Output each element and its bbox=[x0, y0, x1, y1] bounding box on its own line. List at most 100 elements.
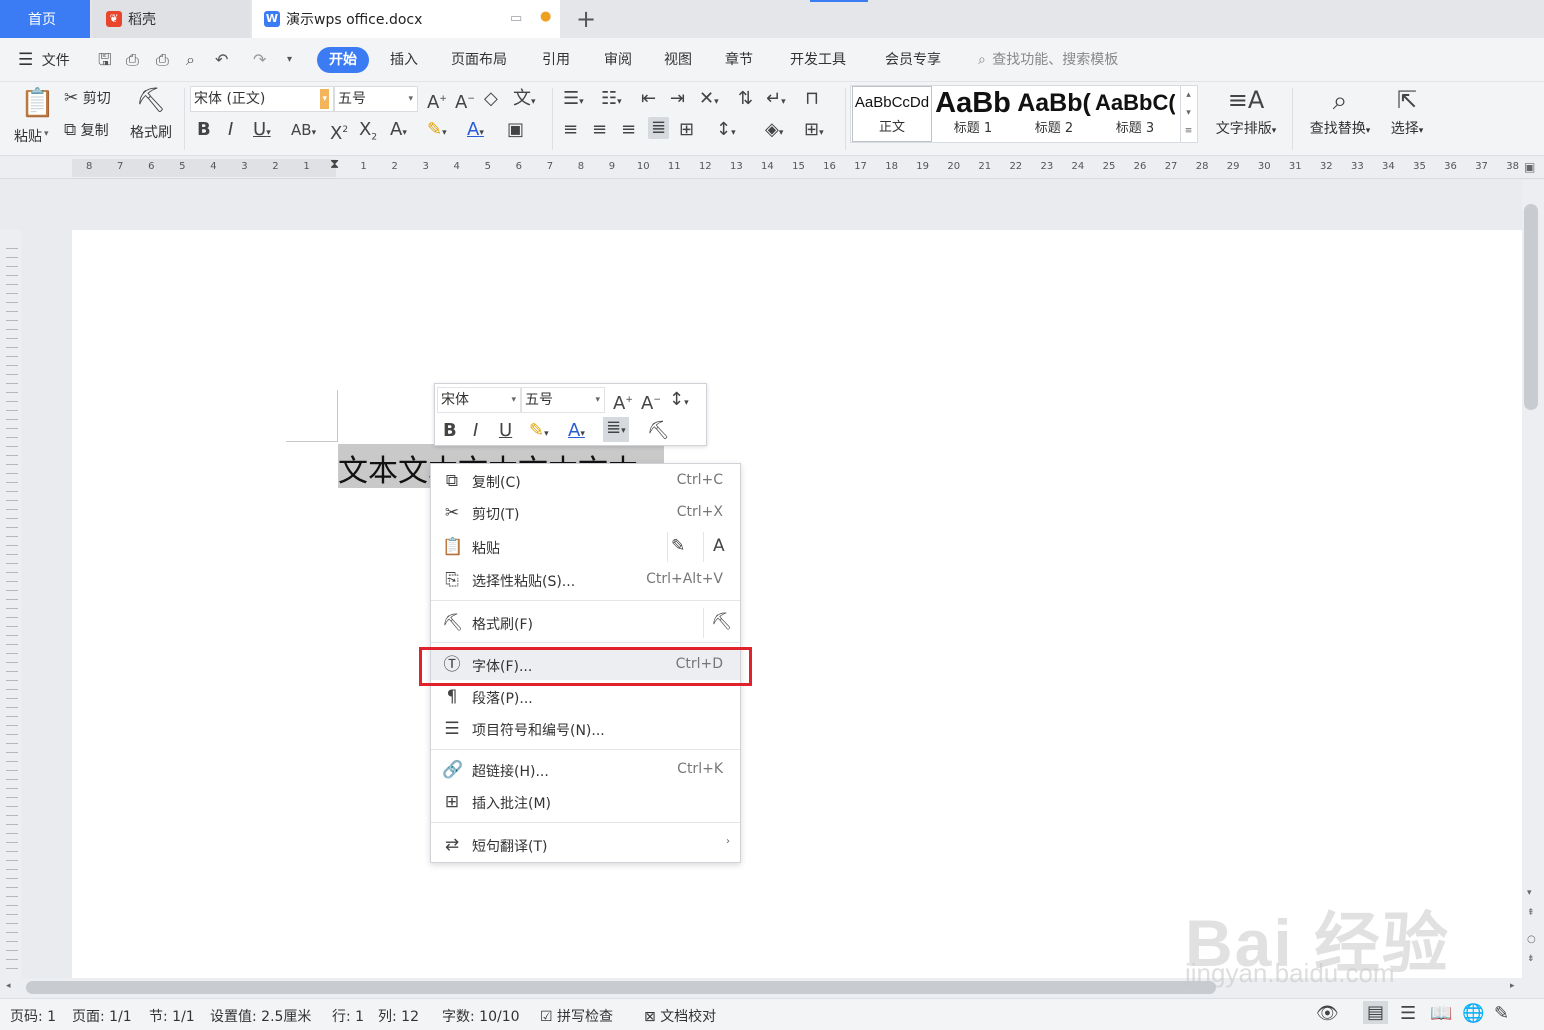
status-page-no[interactable]: 页码: 1 bbox=[10, 1006, 56, 1026]
mini-shrink-font-icon[interactable]: A− bbox=[641, 389, 661, 415]
reading-view-icon[interactable]: 📖 bbox=[1430, 1003, 1452, 1024]
tab-ruler-icon[interactable]: ⊓ bbox=[805, 88, 819, 110]
ruler-toggle-icon[interactable]: ▣ bbox=[1524, 160, 1535, 174]
scroll-left-icon[interactable]: ◂ bbox=[6, 981, 11, 991]
quick-access-dropdown-icon[interactable]: ▾ bbox=[287, 47, 292, 73]
ctx-hyperlink[interactable]: 🔗 超链接(H)... Ctrl+K bbox=[431, 755, 740, 785]
find-replace-button[interactable]: ⌕ 查找替换▾ bbox=[1302, 86, 1378, 146]
status-pages[interactable]: 页面: 1/1 bbox=[72, 1006, 132, 1026]
status-section[interactable]: 节: 1/1 bbox=[149, 1006, 195, 1026]
text-layout-button[interactable]: ≡A 文字排版▾ bbox=[1208, 86, 1284, 146]
paste-button[interactable]: 📋 粘贴 ▾ bbox=[14, 86, 58, 152]
ctx-format-painter[interactable]: ⛏ 格式刷(F) ⛏ bbox=[431, 608, 740, 638]
next-page-icon[interactable]: ⇟ bbox=[1527, 954, 1535, 964]
font-size-select[interactable]: 五号 ▾ bbox=[334, 86, 418, 112]
document-page[interactable] bbox=[72, 230, 1522, 980]
style-heading3[interactable]: AaBbC( 标题 3 bbox=[1095, 86, 1175, 142]
increase-indent-icon[interactable]: ⇥ bbox=[670, 88, 685, 110]
strikethrough-icon[interactable]: AB▾ bbox=[291, 119, 316, 144]
indent-marker-icon[interactable]: ⧗ bbox=[330, 157, 339, 172]
cut-button[interactable]: ✂ 剪切 bbox=[64, 88, 111, 110]
mini-font-select[interactable]: 宋体 ▾ bbox=[437, 387, 521, 413]
page-view-icon[interactable]: ▤ bbox=[1363, 1001, 1389, 1024]
outline-view-icon[interactable]: ☰ bbox=[1400, 1003, 1416, 1024]
mini-bold-icon[interactable]: B bbox=[443, 420, 457, 442]
doc-proof-button[interactable]: ⊠ 文档校对 bbox=[644, 1006, 716, 1026]
select-browse-icon[interactable]: ○ bbox=[1527, 934, 1536, 945]
menu-view[interactable]: 视图 bbox=[664, 47, 692, 73]
mini-size-select[interactable]: 五号 ▾ bbox=[521, 387, 605, 413]
brush-lock-icon[interactable]: ⛏ bbox=[711, 612, 733, 632]
bullet-list-icon[interactable]: ☰▾ bbox=[563, 88, 584, 113]
sort-icon[interactable]: ⇅ bbox=[738, 88, 753, 110]
mini-font-color-icon[interactable]: A▾ bbox=[568, 420, 585, 445]
format-painter-button[interactable]: ⛏ 格式刷 bbox=[126, 86, 176, 152]
align-center-icon[interactable]: ≡ bbox=[592, 119, 607, 141]
clear-format-icon[interactable]: ◇ bbox=[484, 88, 498, 110]
superscript-icon[interactable]: X2 bbox=[330, 119, 348, 145]
print-preview-icon[interactable]: ⌕ bbox=[186, 47, 195, 73]
font-color-icon[interactable]: A▾ bbox=[467, 119, 484, 144]
menu-review[interactable]: 审阅 bbox=[604, 47, 632, 73]
search-box[interactable]: ⌕ 查找功能、搜索模板 bbox=[978, 47, 1118, 73]
ctx-translate[interactable]: ⇄ 短句翻译(T) › bbox=[431, 830, 740, 860]
paste-text-only-icon[interactable]: A bbox=[713, 536, 725, 556]
ctx-paste[interactable]: 📋 粘贴 ✎ A bbox=[431, 532, 740, 562]
menu-section[interactable]: 章节 bbox=[725, 47, 753, 73]
scroll-right-icon[interactable]: ▸ bbox=[1510, 981, 1515, 991]
ctx-bullets-numbering[interactable]: ☰ 项目符号和编号(N)... bbox=[431, 714, 740, 744]
align-right-icon[interactable]: ≡ bbox=[621, 119, 636, 141]
mini-format-painter-icon[interactable]: ⛏ bbox=[647, 420, 670, 442]
redo-icon[interactable]: ↷ bbox=[253, 47, 266, 73]
prev-page-icon[interactable]: ⇞ bbox=[1527, 908, 1535, 918]
decrease-indent-icon[interactable]: ⇤ bbox=[641, 88, 656, 110]
horizontal-scroll-thumb[interactable] bbox=[26, 981, 1216, 994]
align-left-icon[interactable]: ≡ bbox=[563, 119, 578, 141]
mini-grow-font-icon[interactable]: A+ bbox=[613, 389, 633, 415]
scroll-down-icon[interactable]: ▾ bbox=[1527, 888, 1532, 898]
status-setting[interactable]: 设置值: 2.5厘米 bbox=[210, 1006, 311, 1026]
distributed-icon[interactable]: ⊞ bbox=[679, 119, 694, 141]
underline-icon[interactable]: U▾ bbox=[253, 119, 271, 144]
export-pdf-icon[interactable]: ⎙ bbox=[126, 47, 139, 73]
shrink-font-icon[interactable]: A− bbox=[455, 88, 475, 114]
menu-page-layout[interactable]: 页面布局 bbox=[451, 47, 507, 73]
chinese-layout-icon[interactable]: ✕▾ bbox=[699, 88, 719, 113]
ctx-insert-comment[interactable]: ⊞ 插入批注(M) bbox=[431, 787, 740, 817]
tab-home[interactable]: 首页 bbox=[0, 0, 90, 38]
monitor-icon[interactable]: ▭ bbox=[510, 11, 522, 26]
vertical-scroll-thumb[interactable] bbox=[1524, 204, 1538, 410]
char-border-icon[interactable]: ▣ bbox=[507, 119, 524, 141]
justify-icon[interactable]: ≣ bbox=[648, 117, 670, 139]
highlight-icon[interactable]: ✎▾ bbox=[427, 119, 447, 144]
status-col[interactable]: 列: 12 bbox=[378, 1006, 419, 1026]
line-spacing-icon[interactable]: ↕▾ bbox=[716, 119, 736, 144]
style-heading1[interactable]: AaBb 标题 1 bbox=[933, 86, 1013, 142]
file-menu[interactable]: ☰ 文件 bbox=[18, 47, 70, 73]
mini-line-spacing-icon[interactable]: ↕▾ bbox=[669, 389, 689, 414]
mini-highlight-icon[interactable]: ✎▾ bbox=[529, 420, 549, 445]
mini-align-icon[interactable]: ≣▾ bbox=[603, 417, 629, 442]
paste-keep-format-icon[interactable]: ✎ bbox=[671, 536, 685, 556]
font-name-select[interactable]: 宋体 (正文) ▾ bbox=[190, 86, 334, 112]
style-heading2[interactable]: AaBb( 标题 2 bbox=[1014, 86, 1094, 142]
status-words[interactable]: 字数: 10/10 bbox=[442, 1006, 520, 1026]
show-marks-icon[interactable]: ↵▾ bbox=[766, 88, 786, 113]
web-view-icon[interactable]: 🌐 bbox=[1462, 1003, 1484, 1024]
menu-member[interactable]: 会员专享 bbox=[885, 47, 941, 73]
edit-mode-icon[interactable]: ✎ bbox=[1494, 1003, 1509, 1024]
horizontal-ruler[interactable]: ⧗ 8 7 6 5 4 3 2 1 1 2 3 4 5 6 7 8 9 10 11 12 13 14 15 16 17 18 19 2… bbox=[0, 157, 1544, 179]
menu-developer[interactable]: 开发工具 bbox=[790, 47, 846, 73]
menu-references[interactable]: 引用 bbox=[542, 47, 570, 73]
save-icon[interactable]: 🖫 bbox=[98, 47, 112, 73]
print-icon[interactable]: ⎙ bbox=[156, 47, 169, 73]
tab-daoke[interactable]: ❦ 稻壳 bbox=[92, 0, 250, 38]
select-button[interactable]: ⇱ 选择▾ bbox=[1384, 86, 1430, 146]
vertical-scrollbar[interactable]: ▾ ⇞ ○ ⇟ bbox=[1522, 180, 1544, 978]
mini-italic-icon[interactable]: I bbox=[473, 420, 478, 442]
eye-protect-icon[interactable]: 👁 bbox=[1316, 1003, 1339, 1024]
borders-icon[interactable]: ⊞▾ bbox=[804, 119, 824, 144]
mini-underline-icon[interactable]: U bbox=[499, 420, 512, 442]
copy-button[interactable]: ⧉ 复制 bbox=[64, 120, 109, 142]
bold-icon[interactable]: B bbox=[197, 119, 211, 141]
